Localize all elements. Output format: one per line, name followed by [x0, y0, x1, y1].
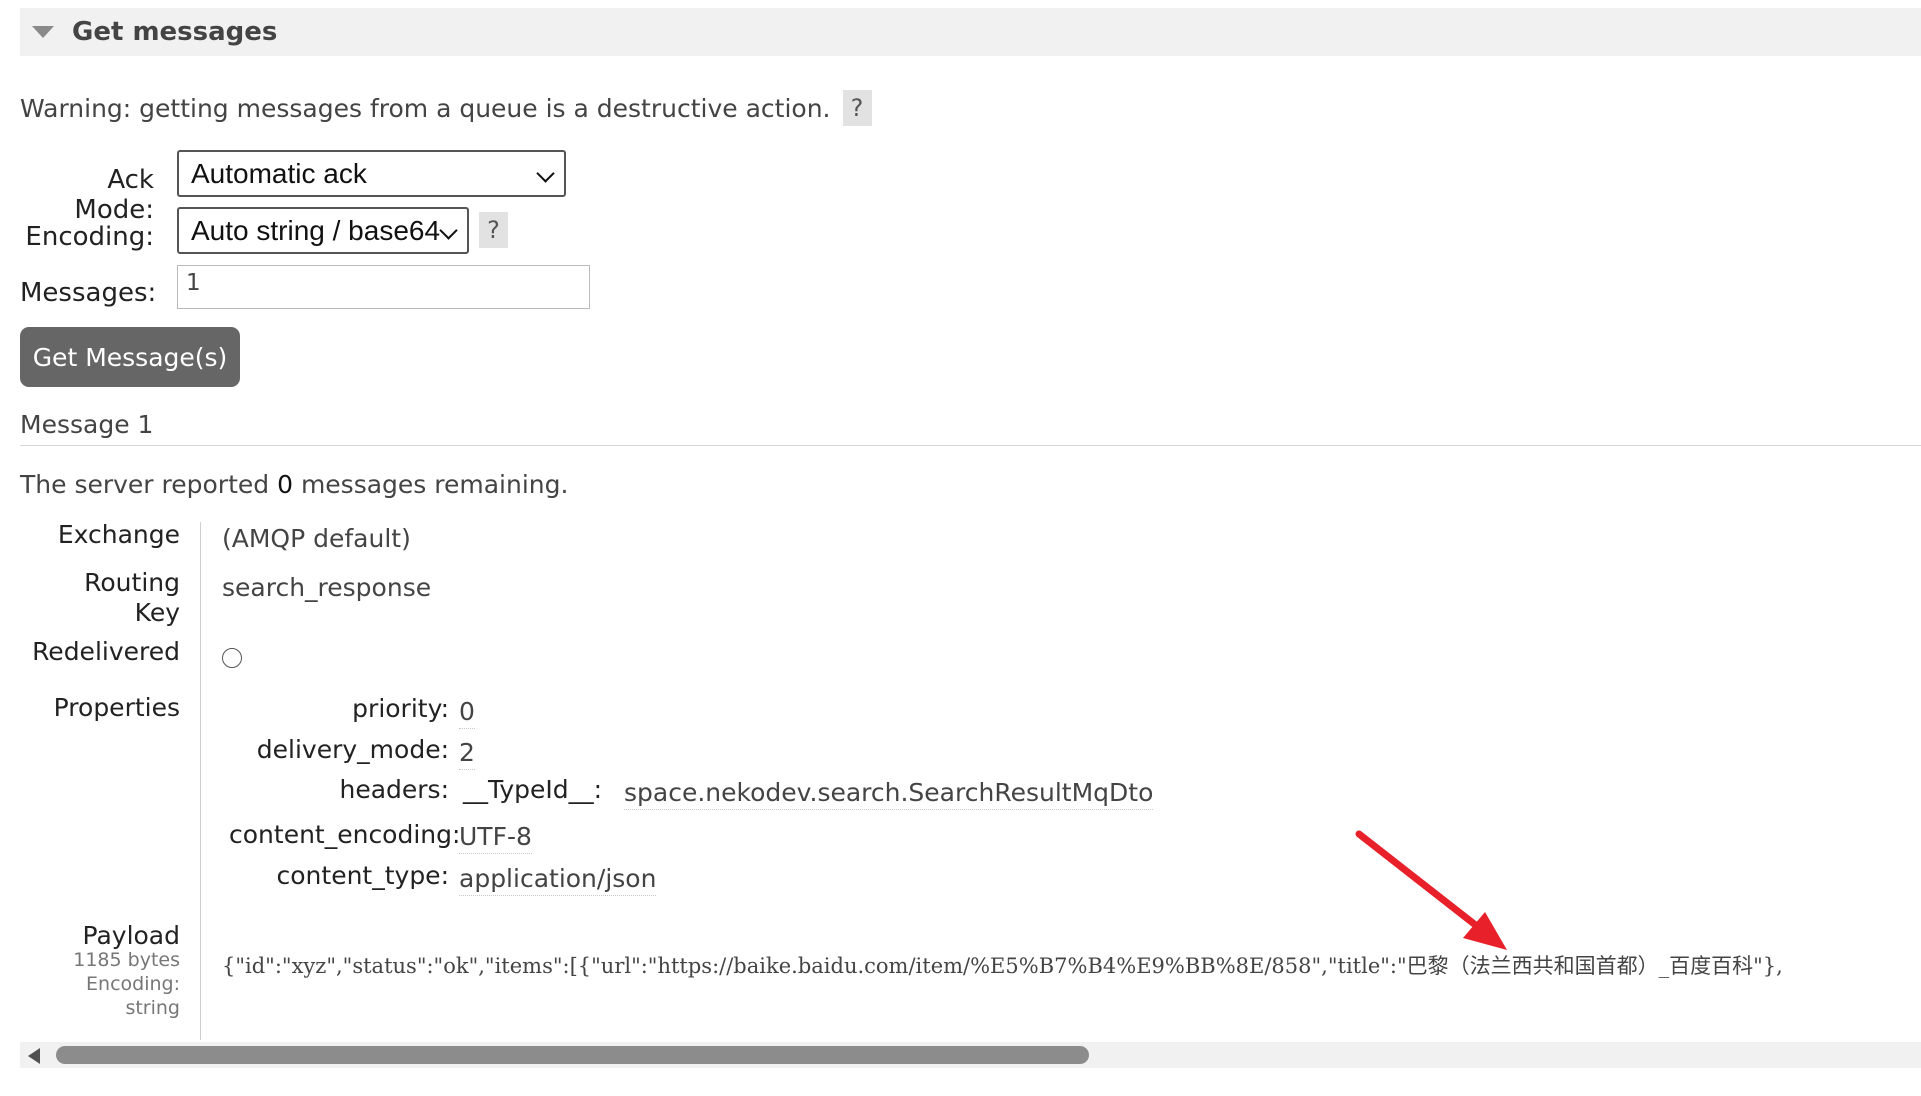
content-encoding-value: UTF-8	[459, 822, 532, 854]
payload-label: Payload	[82, 921, 181, 950]
content-type-value: application/json	[459, 864, 657, 896]
ack-mode-value: Automatic ack	[191, 157, 367, 189]
delivery-mode-value: 2	[459, 738, 475, 770]
divider	[20, 445, 1921, 446]
redelivered-radio-icon	[222, 648, 242, 668]
payload-encoding-label: Encoding:	[86, 973, 180, 995]
ack-mode-label: Ack Mode:	[74, 165, 154, 225]
chevron-down-icon	[536, 164, 555, 183]
payload-size: 1185 bytes	[73, 949, 180, 971]
routing-key-label-line1: Routing	[84, 568, 180, 597]
scroll-left-arrow-icon[interactable]	[28, 1048, 40, 1064]
header-typeid-key: __TypeId__:	[463, 775, 603, 804]
section-title: Get messages	[72, 17, 278, 47]
remaining-prefix: The server reported	[20, 470, 270, 499]
routing-key-label-line2: Key	[134, 598, 180, 627]
ack-mode-select[interactable]: Automatic ack	[177, 150, 566, 197]
warning-help-button[interactable]: ?	[842, 90, 872, 126]
scroll-thumb[interactable]	[56, 1046, 1089, 1064]
messages-count-input[interactable]: 1	[177, 265, 590, 309]
collapse-triangle-icon[interactable]	[32, 26, 54, 38]
properties-label: Properties	[53, 693, 180, 722]
payload-encoding-value: string	[125, 997, 180, 1019]
messages-label: Messages:	[20, 278, 157, 308]
encoding-select[interactable]: Auto string / base64	[177, 207, 469, 254]
delivery-mode-key: delivery_mode:	[256, 735, 449, 764]
encoding-value: Auto string / base64	[191, 214, 441, 246]
encoding-help-button[interactable]: ?	[479, 212, 508, 248]
headers-key: headers:	[339, 775, 449, 804]
annotation-arrow-icon	[1355, 830, 1507, 950]
details-divider	[200, 522, 201, 1040]
message-heading: Message 1	[20, 410, 154, 439]
priority-key: priority:	[352, 694, 449, 723]
get-messages-button[interactable]: Get Message(s)	[20, 327, 240, 387]
priority-value: 0	[459, 697, 475, 729]
redelivered-label: Redelivered	[32, 637, 180, 666]
exchange-label: Exchange	[57, 520, 180, 549]
routing-key-value: search_response	[222, 573, 432, 602]
encoding-label: Encoding:	[25, 222, 154, 252]
exchange-value: (AMQP default)	[222, 524, 411, 553]
content-type-key: content_type:	[276, 861, 450, 890]
chevron-down-icon	[439, 221, 458, 240]
remaining-suffix: messages remaining.	[300, 470, 569, 499]
routing-key-label: Routing Key	[20, 568, 180, 628]
header-typeid-value: space.nekodev.search.SearchResultMqDto	[624, 778, 1154, 810]
messages-remaining: The server reported 0 messages remaining…	[20, 470, 568, 499]
content-encoding-key: content_encoding:	[229, 820, 461, 849]
horizontal-scrollbar[interactable]	[20, 1042, 1921, 1068]
payload-content[interactable]: {"id":"xyz","status":"ok","items":[{"url…	[222, 950, 1921, 980]
destructive-warning: Warning: getting messages from a queue i…	[20, 90, 872, 126]
section-header[interactable]: Get messages	[20, 8, 1921, 56]
warning-text: Warning: getting messages from a queue i…	[20, 93, 831, 123]
remaining-count: 0	[277, 470, 293, 499]
